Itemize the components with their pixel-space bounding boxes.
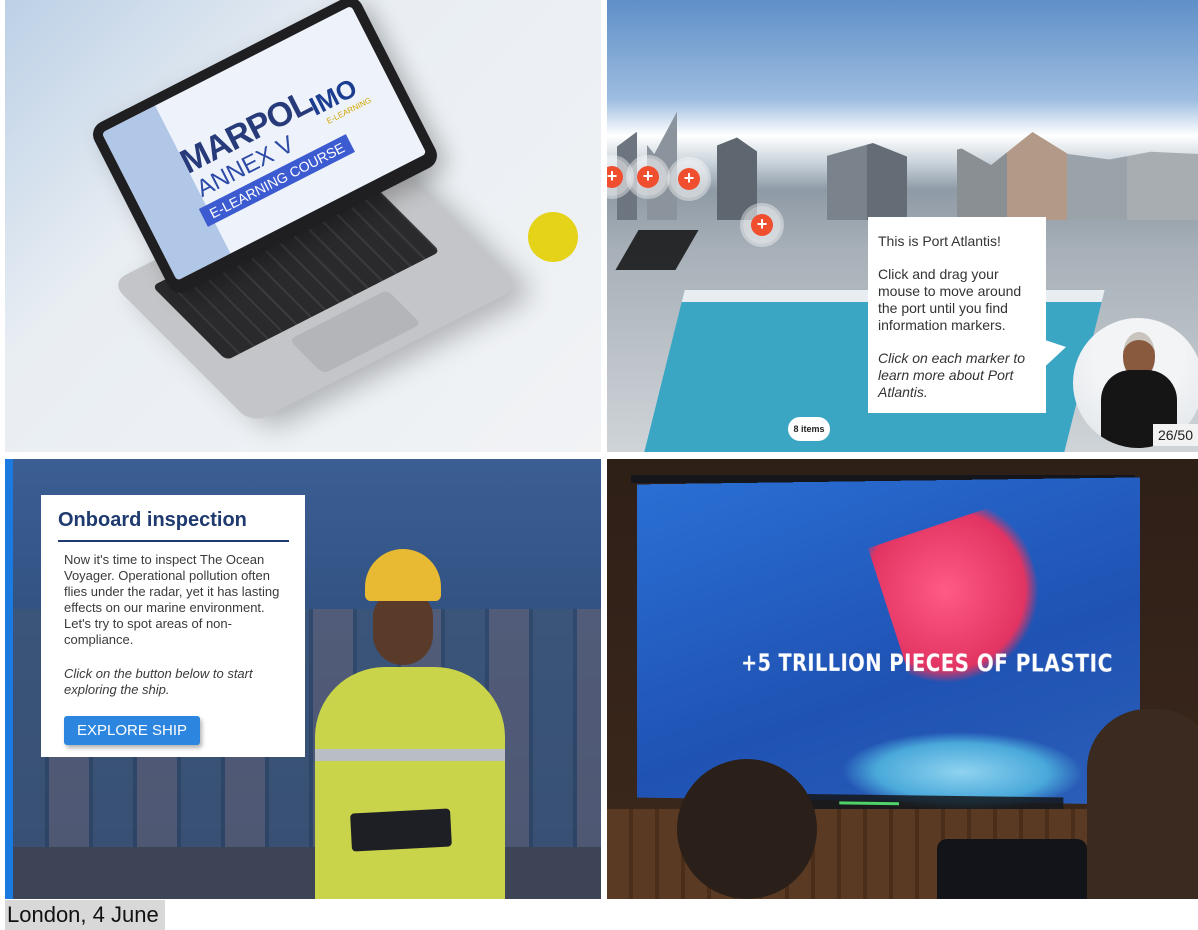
video-progress[interactable] [839, 801, 899, 805]
audience-member [677, 759, 817, 899]
hard-hat-icon [365, 549, 441, 601]
page-counter: 26/50 [1153, 424, 1198, 446]
items-count-button[interactable]: 8 items [788, 417, 830, 441]
port-worker [295, 549, 555, 899]
inspection-card: Onboard inspection Now it's time to insp… [41, 495, 305, 757]
dark-pool [615, 230, 698, 270]
info-heading: This is Port Atlantis! [878, 233, 1038, 250]
info-italic: Click on each marker to learn more about… [878, 350, 1038, 401]
plus-icon: + [751, 214, 773, 236]
laptop: MARPOL ANNEX V E-LEARNING COURSE IMO E-L… [75, 30, 495, 390]
inspection-body: Now it's time to inspect The Ocean Voyag… [64, 552, 289, 648]
inspection-title: Onboard inspection [58, 509, 289, 542]
plastic-headline: +5 TRILLION PIECES OF PLASTIC [741, 649, 1113, 678]
explore-ship-button[interactable]: EXPLORE SHIP [64, 716, 200, 745]
marpol-laptop-panel: MARPOL ANNEX V E-LEARNING COURSE IMO E-L… [5, 0, 601, 452]
accent-bar [5, 459, 13, 899]
tablet [350, 808, 452, 851]
audience-member [1087, 709, 1198, 899]
info-bubble: This is Port Atlantis! Click and drag yo… [868, 217, 1046, 413]
info-marker[interactable]: + [743, 206, 781, 244]
yellow-dot [528, 212, 578, 262]
inspection-instruction: Click on the button below to start explo… [64, 666, 289, 698]
info-marker[interactable]: + [629, 158, 667, 196]
plus-icon: + [637, 166, 659, 188]
plus-icon: + [678, 168, 700, 190]
plastic-presentation-panel: +5 TRILLION PIECES OF PLASTIC [607, 459, 1198, 899]
plus-icon: + [607, 166, 623, 188]
info-marker[interactable]: + [670, 160, 708, 198]
chair [937, 839, 1087, 899]
port-atlantis-panel: + + + + This is Port Atlantis! Click and… [607, 0, 1198, 452]
onboard-inspection-panel: Onboard inspection Now it's time to insp… [5, 459, 601, 899]
info-body: Click and drag your mouse to move around… [878, 266, 1038, 334]
caption: London, 4 June [5, 900, 165, 930]
projection-screen: +5 TRILLION PIECES OF PLASTIC [637, 477, 1140, 804]
